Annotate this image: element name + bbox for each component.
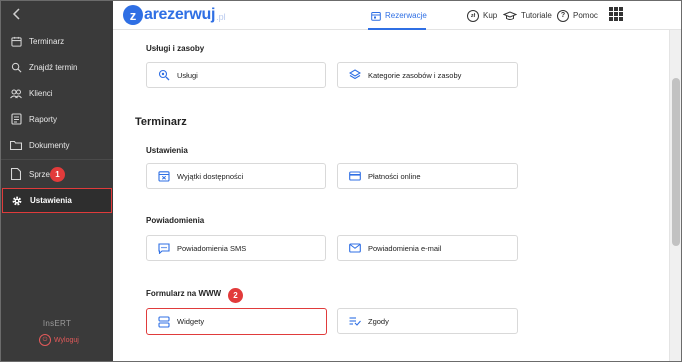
sidebar-item-label: Klienci bbox=[29, 88, 53, 98]
calendar-icon bbox=[371, 11, 381, 21]
services-icon bbox=[158, 69, 170, 81]
document-icon bbox=[10, 168, 22, 180]
logo-suffix: .pl bbox=[216, 12, 226, 22]
users-icon bbox=[10, 87, 22, 99]
heading-terminarz: Terminarz bbox=[135, 116, 187, 128]
nav-pomoc-label: Pomoc bbox=[573, 11, 598, 20]
sidebar: Terminarz Znajdź termin Klienci Raporty … bbox=[1, 1, 113, 361]
card-label: Płatności online bbox=[368, 171, 421, 181]
card-kategorie-zasobow[interactable]: Kategorie zasobów i zasoby bbox=[337, 62, 518, 88]
sms-icon bbox=[158, 242, 170, 254]
sidebar-divider bbox=[1, 159, 113, 160]
logo-badge: z bbox=[123, 5, 143, 25]
content-scrollbar[interactable] bbox=[669, 30, 681, 361]
nav-kup[interactable]: zł Kup bbox=[467, 1, 497, 30]
sidebar-item-znajdz-termin[interactable]: Znajdź termin bbox=[1, 55, 113, 79]
calendar-exception-icon bbox=[158, 170, 170, 182]
section-title-formularz-www: Formularz na WWW bbox=[146, 289, 222, 298]
app-logo[interactable]: z arezerwuj .pl bbox=[123, 5, 226, 25]
coin-icon-text: zł bbox=[467, 9, 479, 22]
credit-card-icon bbox=[349, 170, 361, 182]
card-platnosci-online[interactable]: Płatności online bbox=[337, 163, 518, 189]
top-bar: z arezerwuj .pl Rezerwacje zł Kup Tutori… bbox=[113, 1, 681, 30]
layers-icon bbox=[349, 69, 361, 81]
report-icon bbox=[10, 113, 22, 125]
scrollbar-thumb[interactable] bbox=[672, 78, 680, 246]
power-icon: ⏻ bbox=[39, 334, 51, 346]
annotation-badge-1: 1 bbox=[50, 167, 65, 182]
sidebar-item-label: Znajdź termin bbox=[29, 62, 78, 72]
nav-pomoc[interactable]: ? Pomoc bbox=[557, 1, 598, 30]
card-label: Wyjątki dostępności bbox=[177, 171, 244, 181]
annotation-badge-2: 2 bbox=[228, 288, 243, 303]
card-label: Zgody bbox=[368, 316, 389, 326]
card-label: Powiadomienia SMS bbox=[177, 243, 247, 253]
card-label: Kategorie zasobów i zasoby bbox=[368, 70, 462, 80]
help-icon: ? bbox=[557, 9, 569, 22]
sidebar-item-label: Ustawienia bbox=[30, 196, 72, 205]
sidebar-item-terminarz[interactable]: Terminarz bbox=[1, 29, 113, 53]
card-zgody[interactable]: Zgody bbox=[337, 308, 518, 334]
nav-kup-label: Kup bbox=[483, 11, 498, 20]
company-name: InsERT bbox=[42, 319, 72, 328]
card-label: Widgety bbox=[177, 317, 205, 326]
sidebar-item-raporty[interactable]: Raporty bbox=[1, 107, 113, 131]
chevron-left-icon[interactable] bbox=[10, 7, 24, 21]
nav-rezerwacje-label: Rezerwacje bbox=[385, 11, 427, 20]
sidebar-item-ustawienia[interactable]: Ustawienia bbox=[2, 188, 112, 213]
logout-button[interactable]: ⏻ Wyloguj bbox=[39, 334, 79, 346]
card-label: Powiadomienia e-mail bbox=[368, 243, 442, 253]
card-widgety[interactable]: Widgety bbox=[146, 308, 327, 335]
card-wyjatki-dostepnosci[interactable]: Wyjątki dostępności bbox=[146, 163, 326, 189]
nav-tutoriale-label: Tutoriale bbox=[521, 11, 552, 20]
help-icon-text: ? bbox=[557, 9, 569, 22]
card-powiadomienia-sms[interactable]: Powiadomienia SMS bbox=[146, 235, 326, 261]
card-uslugi[interactable]: Usługi bbox=[146, 62, 326, 88]
section-title-ustawienia: Ustawienia bbox=[146, 146, 188, 155]
sidebar-item-label: Terminarz bbox=[29, 36, 65, 46]
nav-rezerwacje[interactable]: Rezerwacje bbox=[371, 1, 427, 30]
sidebar-item-label: Dokumenty bbox=[29, 140, 70, 150]
mail-icon bbox=[349, 242, 361, 254]
coin-icon: zł bbox=[467, 9, 479, 22]
logo-text: arezerwuj bbox=[144, 6, 216, 23]
calendar-icon bbox=[10, 35, 22, 47]
section-title-powiadomienia: Powiadomienia bbox=[146, 216, 205, 225]
card-label: Usługi bbox=[177, 70, 198, 80]
sidebar-item-dokumenty[interactable]: Dokumenty bbox=[1, 133, 113, 157]
card-powiadomienia-email[interactable]: Powiadomienia e-mail bbox=[337, 235, 518, 261]
consent-icon bbox=[349, 315, 361, 327]
sidebar-item-label: Raporty bbox=[29, 114, 58, 124]
search-icon bbox=[10, 61, 22, 73]
folder-icon bbox=[10, 139, 22, 151]
apps-grid-icon[interactable] bbox=[609, 7, 623, 21]
logout-label: Wyloguj bbox=[54, 336, 79, 344]
app-window: Terminarz Znajdź termin Klienci Raporty … bbox=[0, 0, 682, 362]
graduation-cap-icon bbox=[503, 10, 517, 21]
nav-tutoriale[interactable]: Tutoriale bbox=[503, 1, 552, 30]
sidebar-item-klienci[interactable]: Klienci bbox=[1, 81, 113, 105]
section-title-uslugi: Usługi i zasoby bbox=[146, 44, 205, 53]
settings-content: Usługi i zasoby Usługi Kategorie zasobów… bbox=[113, 30, 669, 361]
gear-icon bbox=[11, 195, 23, 207]
widget-icon bbox=[158, 315, 170, 328]
